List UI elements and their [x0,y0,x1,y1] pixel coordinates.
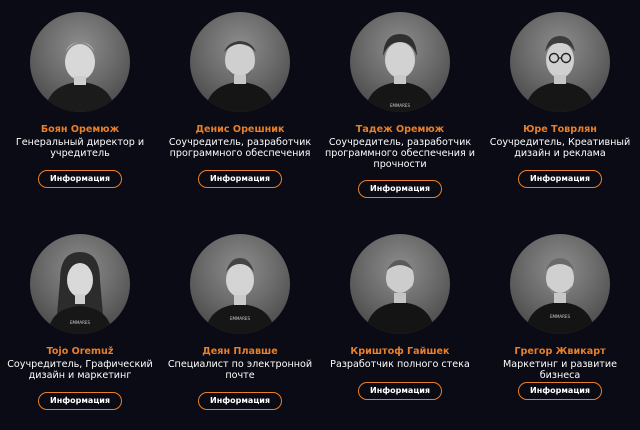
member-role: Соучредитель, разработчик программного о… [324,137,476,170]
shirt-logo: EMMARES [550,314,570,319]
member-name: Денис Орешник [195,124,285,135]
team-grid: Боян Оремюж Генеральный директор и учред… [0,0,640,430]
info-button[interactable]: Информация [518,382,602,400]
member-role: Специалист по электронной почте [167,359,313,381]
shirt-logo: EMMARES [390,103,410,108]
team-card: EMMARES Деян Плавше Специалист по электр… [160,222,320,430]
team-card: Денис Орешник Соучредитель, разработчик … [160,0,320,215]
avatar [30,12,130,112]
member-name: Юре Товрлян [523,124,597,135]
team-card: Криштоф Гайшек Разработчик полного стека… [320,222,480,430]
member-name: Грегор Жвикарт [514,346,606,357]
member-role: Соучредитель, разработчик программного о… [168,137,312,159]
avatar: EMMARES [190,234,290,334]
team-card: Юре Товрлян Соучредитель, Креативный диз… [480,0,640,215]
team-card: Боян Оремюж Генеральный директор и учред… [0,0,160,215]
avatar [190,12,290,112]
avatar [510,12,610,112]
member-name: Tojo Oremuž [46,346,114,357]
team-card: EMMARES Грегор Жвикарт Маркетинг и разви… [480,222,640,430]
member-name: Боян Оремюж [40,124,120,135]
info-button[interactable]: Информация [518,170,602,188]
info-button[interactable]: Информация [38,392,122,410]
member-name: Тадеж Оремюж [355,124,445,135]
avatar: EMMARES [510,234,610,334]
member-role: Соучредитель, Креативный дизайн и реклам… [489,137,631,159]
info-button[interactable]: Информация [38,170,122,188]
info-button[interactable]: Информация [198,392,282,410]
info-button[interactable]: Информация [358,180,442,198]
member-role: Генеральный директор и учредитель [15,137,145,159]
team-card: EMMARES Тадеж Оремюж Соучредитель, разра… [320,0,480,215]
avatar [350,234,450,334]
member-role: Маркетинг и развитие бизнеса [502,359,618,381]
team-card: EMMARES Tojo Oremuž Соучредитель, Графич… [0,222,160,430]
member-role: Соучредитель, Графический дизайн и марке… [7,359,153,381]
member-name: Криштоф Гайшек [350,346,450,357]
member-role: Разработчик полного стека [330,359,470,370]
info-button[interactable]: Информация [198,170,282,188]
shirt-logo: EMMARES [230,316,250,321]
info-button[interactable]: Информация [358,382,442,400]
member-name: Деян Плавше [202,346,278,357]
avatar: EMMARES [30,234,130,334]
shirt-logo: EMMARES [70,320,90,325]
avatar: EMMARES [350,12,450,112]
